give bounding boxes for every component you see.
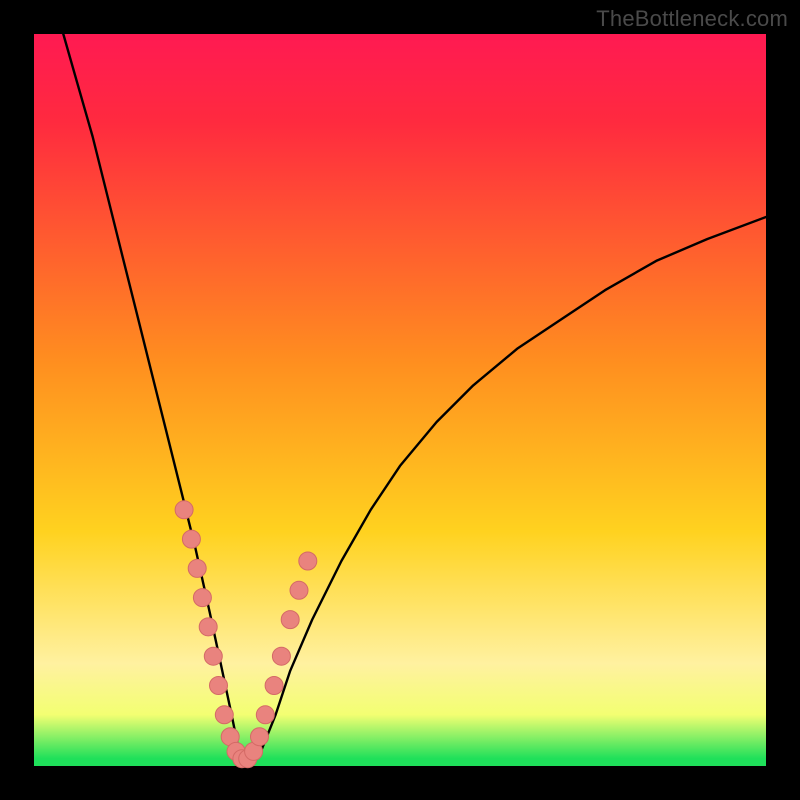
- chart-frame: TheBottleneck.com: [0, 0, 800, 800]
- marker-point: [215, 706, 233, 724]
- marker-point: [175, 501, 193, 519]
- marker-point: [256, 706, 274, 724]
- marker-point: [188, 559, 206, 577]
- marker-point: [193, 589, 211, 607]
- watermark-text: TheBottleneck.com: [596, 6, 788, 32]
- curve-layer: [34, 34, 766, 766]
- marker-group: [175, 501, 317, 768]
- marker-point: [281, 611, 299, 629]
- marker-point: [290, 581, 308, 599]
- marker-point: [299, 552, 317, 570]
- marker-point: [265, 677, 283, 695]
- marker-point: [251, 728, 269, 746]
- marker-point: [204, 647, 222, 665]
- marker-point: [199, 618, 217, 636]
- marker-point: [182, 530, 200, 548]
- bottleneck-curve: [63, 34, 766, 766]
- marker-point: [210, 677, 228, 695]
- marker-point: [272, 647, 290, 665]
- plot-area: [34, 34, 766, 766]
